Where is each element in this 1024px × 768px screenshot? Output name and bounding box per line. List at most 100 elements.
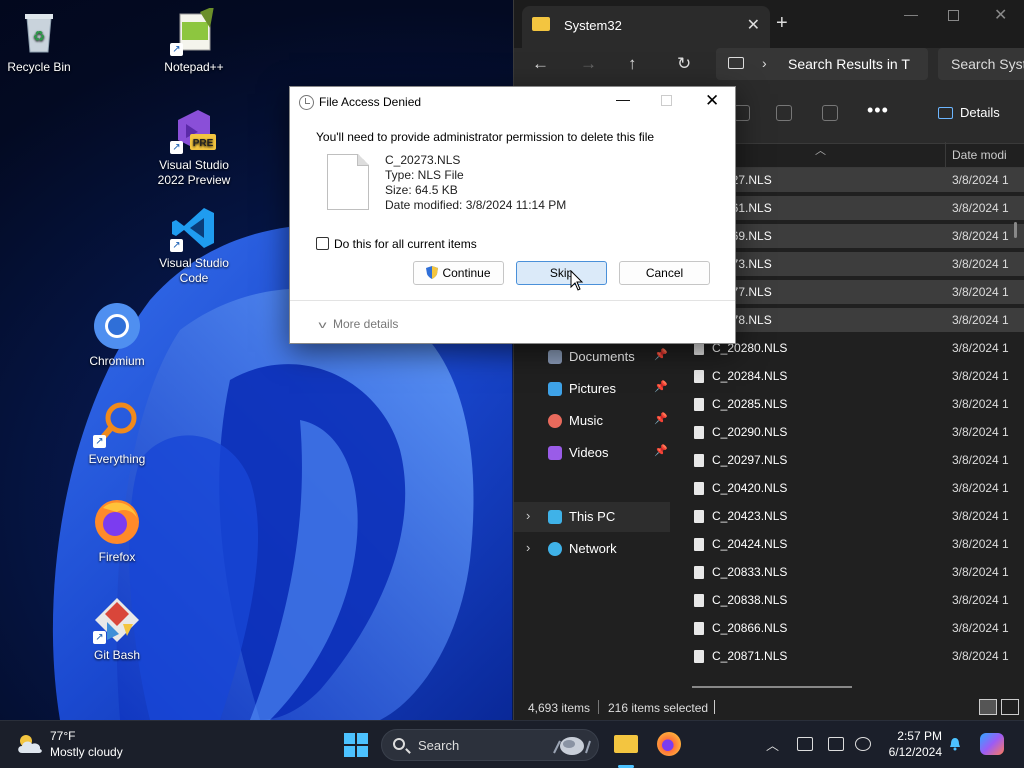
- taskbar-file-explorer[interactable]: [609, 727, 643, 768]
- desktop-icon-visual-studio-preview[interactable]: PRE ↗ Visual Studio 2022 Preview: [151, 106, 237, 188]
- table-row[interactable]: 277.NLS 3/8/2024 1: [689, 278, 1024, 306]
- desktop-icon-vscode[interactable]: ↗ Visual Studio Code: [151, 204, 237, 286]
- column-separator[interactable]: [945, 142, 946, 168]
- continue-button[interactable]: Continue: [413, 261, 504, 285]
- column-date-modified[interactable]: Date modi: [952, 148, 1007, 162]
- sidebar-item-videos[interactable]: Videos 📌: [514, 438, 670, 468]
- table-row[interactable]: C_20280.NLS 3/8/2024 1: [689, 334, 1024, 362]
- table-row[interactable]: C_20424.NLS 3/8/2024 1: [689, 530, 1024, 558]
- visual-studio-preview-icon: PRE ↗: [170, 106, 218, 154]
- start-button[interactable]: [344, 733, 368, 757]
- chevron-right-icon[interactable]: ›: [526, 540, 530, 555]
- desktop-icon-label: Chromium: [89, 354, 145, 368]
- back-arrow-icon[interactable]: ←: [532, 54, 549, 74]
- uac-shield-icon: [426, 266, 439, 279]
- notification-bell-icon[interactable]: [948, 737, 962, 751]
- vscode-icon: ↗: [170, 204, 218, 252]
- maximize-icon[interactable]: [948, 10, 959, 21]
- cancel-button[interactable]: Cancel: [619, 261, 710, 285]
- file-size: Size: 64.5 KB: [385, 183, 458, 197]
- explorer-search-input[interactable]: Search Syste: [938, 48, 1024, 80]
- desktop-icon-git-bash[interactable]: ↗ Git Bash: [74, 596, 160, 663]
- new-tab-button[interactable]: +: [776, 12, 788, 35]
- taskbar-search-box[interactable]: Search: [381, 729, 599, 761]
- details-view-icon[interactable]: [979, 699, 997, 715]
- file-name: C_20866.NLS: [712, 621, 788, 635]
- minimize-icon[interactable]: —: [616, 91, 630, 107]
- table-row[interactable]: C_20285.NLS 3/8/2024 1: [689, 390, 1024, 418]
- vertical-scrollbar[interactable]: [1014, 222, 1017, 238]
- desktop-icon-firefox[interactable]: Firefox: [74, 498, 160, 565]
- pin-icon[interactable]: 📌: [654, 380, 668, 393]
- more-details-toggle[interactable]: v More details: [318, 317, 399, 331]
- table-row[interactable]: C_20871.NLS 3/8/2024 1: [689, 642, 1024, 670]
- refresh-icon[interactable]: ↻: [677, 54, 691, 74]
- table-row[interactable]: C_20297.NLS 3/8/2024 1: [689, 446, 1024, 474]
- table-row[interactable]: 127.NLS 3/8/2024 1: [689, 166, 1024, 194]
- table-row[interactable]: C_20284.NLS 3/8/2024 1: [689, 362, 1024, 390]
- network-disconnected-icon[interactable]: [797, 737, 813, 751]
- desktop-icon-notepadpp[interactable]: ↗ Notepad++: [151, 6, 237, 75]
- table-row[interactable]: 278.NLS 3/8/2024 1: [689, 306, 1024, 334]
- close-window-icon[interactable]: ✕: [994, 5, 1007, 25]
- copilot-icon[interactable]: [980, 733, 1004, 755]
- share-icon[interactable]: [776, 105, 792, 121]
- delete-icon[interactable]: [822, 105, 838, 121]
- chevron-down-icon: v: [318, 320, 327, 331]
- file-date: 3/8/2024 1: [952, 257, 1009, 271]
- apply-to-all-label[interactable]: Do this for all current items: [334, 237, 477, 251]
- table-row[interactable]: C_20838.NLS 3/8/2024 1: [689, 586, 1024, 614]
- address-bar[interactable]: › Search Results in T: [716, 48, 928, 80]
- table-row[interactable]: C_20833.NLS 3/8/2024 1: [689, 558, 1024, 586]
- sidebar-item-documents[interactable]: Documents 📌: [514, 342, 670, 372]
- table-row[interactable]: 269.NLS 3/8/2024 1: [689, 222, 1024, 250]
- apply-to-all-checkbox[interactable]: [316, 237, 329, 250]
- close-tab-icon[interactable]: ✕: [747, 15, 760, 35]
- close-icon[interactable]: ✕: [705, 91, 719, 111]
- pin-icon[interactable]: 📌: [654, 348, 668, 361]
- sidebar-item-network[interactable]: › Network: [514, 534, 670, 564]
- table-row[interactable]: 261.NLS 3/8/2024 1: [689, 194, 1024, 222]
- table-row[interactable]: C_20423.NLS 3/8/2024 1: [689, 502, 1024, 530]
- shortcut-arrow-icon: ↗: [170, 43, 183, 56]
- details-pane-button[interactable]: Details: [938, 105, 1000, 120]
- sidebar-item-pictures[interactable]: Pictures 📌: [514, 374, 670, 404]
- table-row[interactable]: C_20866.NLS 3/8/2024 1: [689, 614, 1024, 642]
- file-list[interactable]: ︿ Date modi 127.NLS 3/8/2024 1 261.NLS 3/8/…: [689, 142, 1024, 682]
- display-icon[interactable]: [828, 737, 844, 751]
- volume-muted-icon[interactable]: [855, 737, 871, 751]
- desktop-icon-recycle-bin[interactable]: ♻ Recycle Bin: [0, 8, 82, 75]
- search-icon: [393, 738, 405, 750]
- pin-icon[interactable]: 📌: [654, 444, 668, 457]
- up-arrow-icon[interactable]: ↑: [628, 54, 637, 74]
- chevron-right-icon[interactable]: ›: [526, 508, 530, 523]
- large-icons-view-icon[interactable]: [1001, 699, 1019, 715]
- system-clock[interactable]: 2:57 PM 6/12/2024: [878, 728, 942, 760]
- desktop-icon-everything[interactable]: ↗ Everything: [74, 400, 160, 467]
- horizontal-scrollbar[interactable]: [692, 686, 852, 688]
- sidebar-item-this-pc[interactable]: › This PC: [514, 502, 670, 532]
- desktop-icon-chromium[interactable]: Chromium: [74, 302, 160, 369]
- minimize-icon[interactable]: —: [904, 6, 918, 22]
- more-options-button[interactable]: •••: [867, 100, 889, 121]
- tab-system32[interactable]: System32 ✕: [522, 6, 770, 48]
- windows-logo-tile: [357, 733, 368, 744]
- skip-button[interactable]: Skip: [516, 261, 607, 285]
- more-details-label: More details: [333, 317, 399, 331]
- taskbar-firefox-icon[interactable]: [657, 732, 681, 756]
- forward-arrow-icon[interactable]: →: [580, 54, 597, 74]
- sidebar-item-music[interactable]: Music 📌: [514, 406, 670, 436]
- table-row[interactable]: 273.NLS 3/8/2024 1: [689, 250, 1024, 278]
- file-name: C_20424.NLS: [712, 537, 788, 551]
- table-row[interactable]: C_20290.NLS 3/8/2024 1: [689, 418, 1024, 446]
- file-date: 3/8/2024 1: [952, 425, 1009, 439]
- pin-icon[interactable]: 📌: [654, 412, 668, 425]
- chevron-up-icon[interactable]: ︿: [766, 735, 779, 754]
- file-access-denied-dialog[interactable]: File Access Denied — ✕ You'll need to pr…: [289, 86, 736, 344]
- rename-icon[interactable]: [734, 105, 750, 121]
- file-icon: [694, 594, 704, 607]
- mouse-cursor-icon: [570, 270, 584, 291]
- file-date: 3/8/2024 1: [952, 649, 1009, 663]
- firefox-icon: [93, 498, 141, 546]
- table-row[interactable]: C_20420.NLS 3/8/2024 1: [689, 474, 1024, 502]
